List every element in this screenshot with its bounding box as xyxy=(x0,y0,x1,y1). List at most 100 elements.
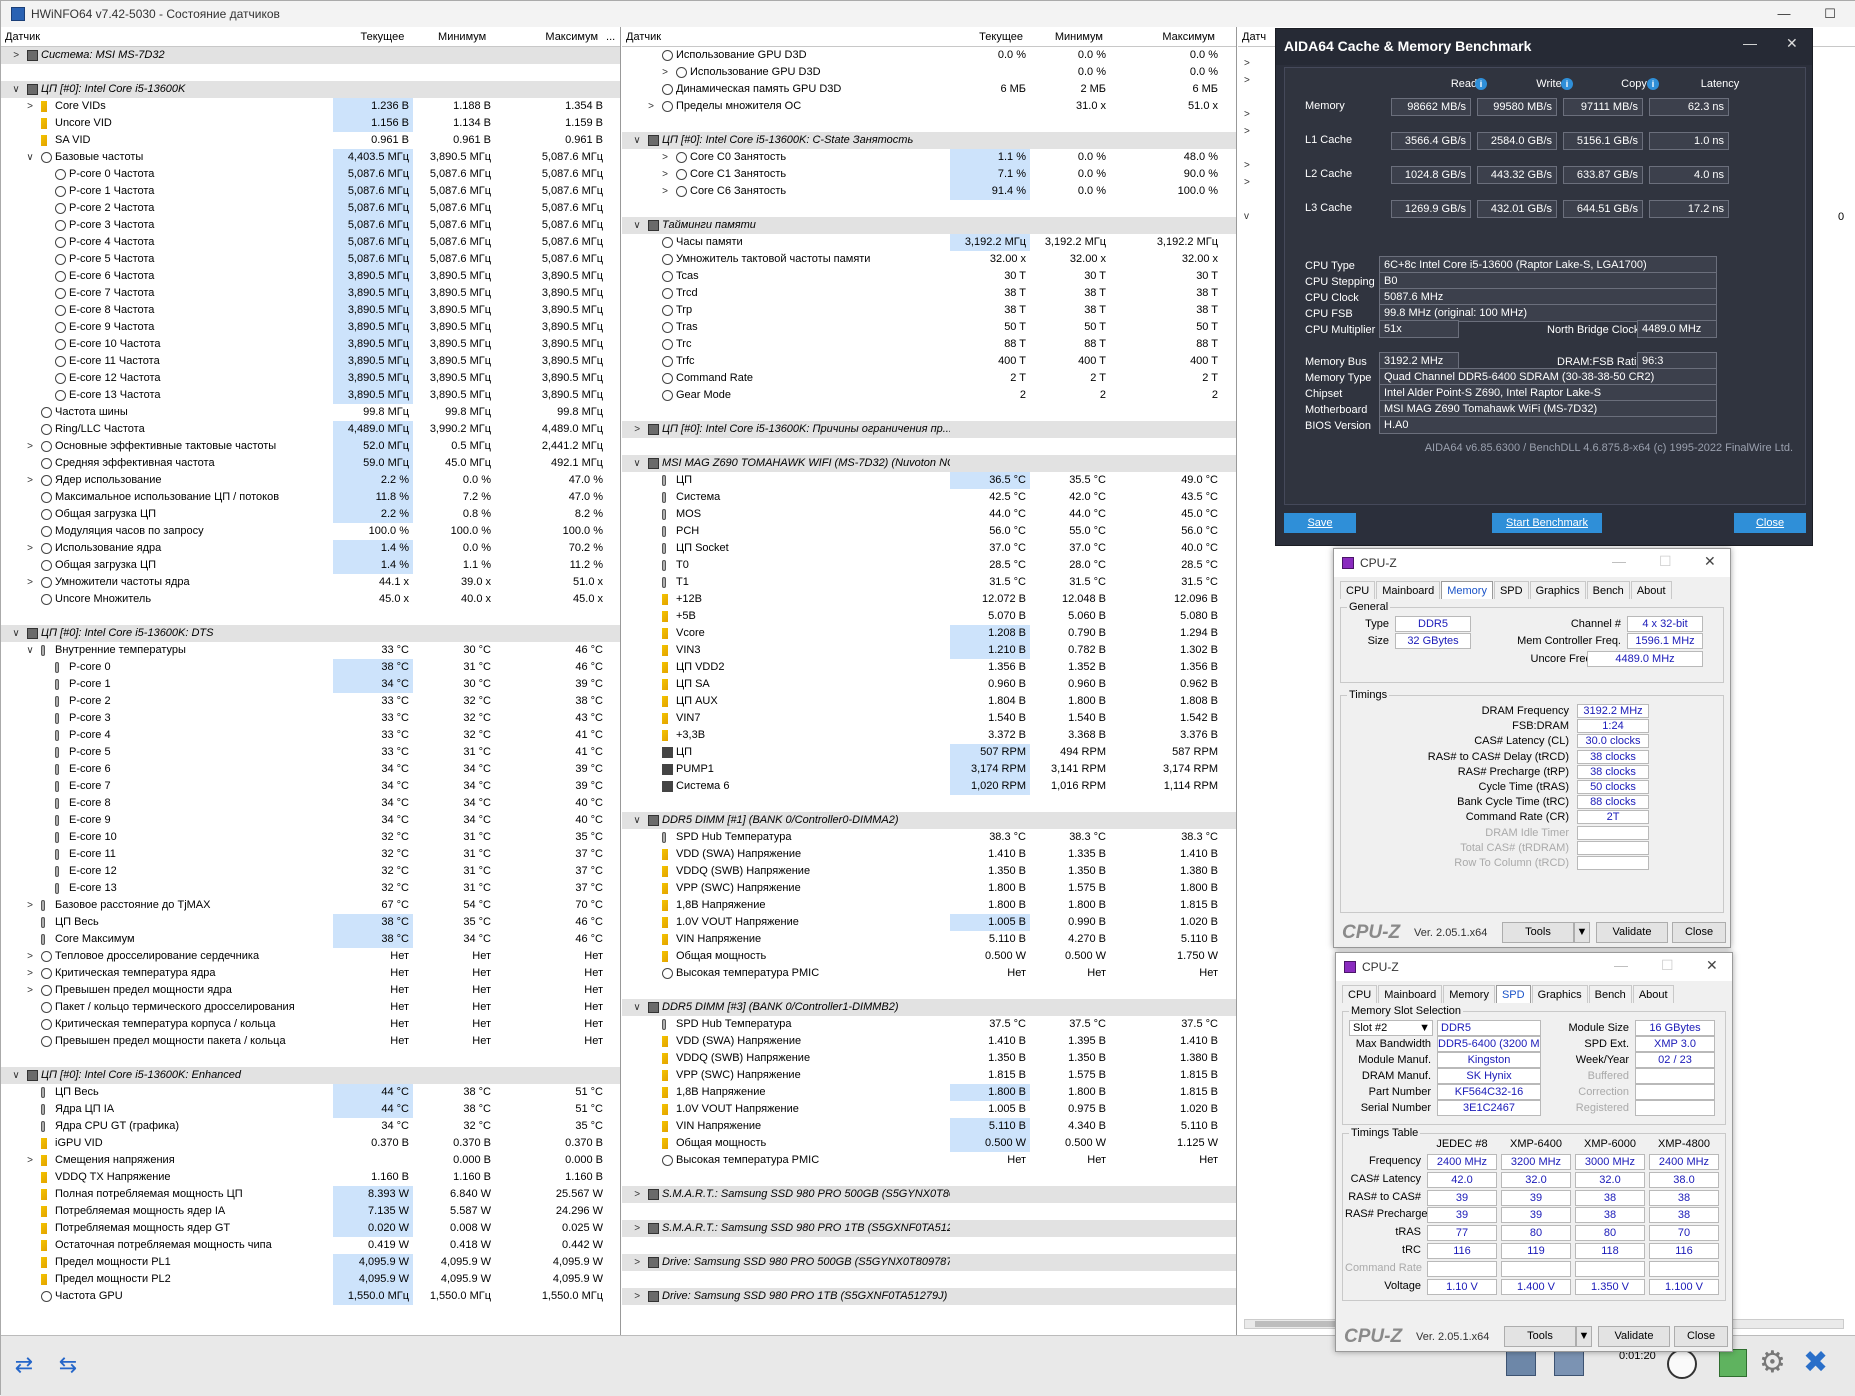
sensor-row[interactable]: E-core 7 34 °C 34 °C 39 °C xyxy=(1,778,620,795)
sensor-row[interactable]: ЦП VDD2 1.356 В 1.352 В 1.356 В xyxy=(622,659,1236,676)
sensor-row[interactable]: VPP (SWC) Напряжение 1.800 В 1.575 В 1.800 … xyxy=(622,880,1236,897)
sensor-row[interactable]: VPP (SWC) Напряжение 1.815 В 1.575 В 1.815 … xyxy=(622,1067,1236,1084)
chevron-right-icon[interactable]: > xyxy=(25,897,35,914)
sensor-row[interactable]: Максимальное использование ЦП / потоков 1… xyxy=(1,489,620,506)
sensor-row[interactable]: Часы памяти 3,192.2 МГц 3,192.2 МГц 3,192.2… xyxy=(622,234,1236,251)
info-icon[interactable]: i xyxy=(1561,78,1573,90)
sensor-row[interactable]: P-core 5 33 °C 31 °C 41 °C xyxy=(1,744,620,761)
sensor-row[interactable]: > Core VIDs 1.236 В 1.188 В 1.354 В xyxy=(1,98,620,115)
sensor-row[interactable]: Потребляемая мощность ядер IA 7.135 W 5.58… xyxy=(1,1203,620,1220)
sensor-row[interactable]: +5В 5.070 В 5.060 В 5.080 В xyxy=(622,608,1236,625)
sensor-row[interactable]: iGPU VID 0.370 В 0.370 В 0.370 В xyxy=(1,1135,620,1152)
header-min[interactable]: Минимум xyxy=(408,27,490,46)
sensor-group-row[interactable]: > S.M.A.R.T.: Samsung SSD 980 PRO 500GB (… xyxy=(622,1186,1236,1203)
sensor-row[interactable]: > Ядер использование 2.2 % 0.0 % 47.0 % xyxy=(1,472,620,489)
chevron-right-icon[interactable]: > xyxy=(25,982,35,999)
sensor-row[interactable]: > Критическая температура ядра Нет Нет Нет xyxy=(1,965,620,982)
chevron-right-icon[interactable]: > xyxy=(11,47,21,64)
sensor-row[interactable]: E-core 10 32 °C 31 °C 35 °C xyxy=(1,829,620,846)
sensor-row[interactable]: ЦП 507 RPM 494 RPM 587 RPM xyxy=(622,744,1236,761)
chevron-right-icon[interactable]: > xyxy=(632,421,642,438)
header-max[interactable]: Максимум xyxy=(490,27,602,46)
sensor-row[interactable]: +3,3В 3.372 В 3.368 В 3.376 В xyxy=(622,727,1236,744)
sensor-row[interactable]: VIN7 1.540 В 1.540 В 1.542 В xyxy=(622,710,1236,727)
chevron-down-icon[interactable]: ∨ xyxy=(25,642,35,659)
sensor-row[interactable]: ЦП AUX 1.804 В 1.800 В 1.808 В xyxy=(622,693,1236,710)
tab-mainboard[interactable]: Mainboard xyxy=(1378,985,1443,1003)
maximize-button[interactable]: ☐ xyxy=(1807,1,1853,27)
sensor-row[interactable]: ЦП SA 0.960 В 0.960 В 0.962 В xyxy=(622,676,1236,693)
aida-close-button[interactable]: ✕ xyxy=(1786,35,1798,52)
tools-button[interactable]: Tools xyxy=(1504,1326,1576,1347)
chevron-right-icon[interactable]: > xyxy=(632,1288,642,1305)
sensor-row[interactable]: > Core C0 Занятость 1.1 % 0.0 % 48.0 % xyxy=(622,149,1236,166)
sensor-row[interactable]: > Смещения напряжения 0.000 В 0.000 В xyxy=(1,1152,620,1169)
chevron-right-icon[interactable]: > xyxy=(632,1220,642,1237)
chevron-right-icon[interactable]: > xyxy=(25,948,35,965)
chevron-down-icon[interactable]: ∨ xyxy=(11,625,21,642)
chevron-right-icon[interactable]: > xyxy=(660,166,670,183)
sensor-row[interactable]: Полная потребляемая мощность ЦП 8.393 W 6.… xyxy=(1,1186,620,1203)
validate-button[interactable]: Validate xyxy=(1598,1326,1670,1347)
close-button[interactable]: Close xyxy=(1672,922,1726,943)
chevron-right-icon[interactable]: > xyxy=(25,540,35,557)
sensor-row[interactable]: Модуляция часов по запросу 100.0 % 100.0 %… xyxy=(1,523,620,540)
sensor-row[interactable]: SPD Hub Температура 37.5 °C 37.5 °C 37.5 °C xyxy=(622,1016,1236,1033)
sensor-row[interactable]: ∨ Внутренние температуры 33 °C 30 °C 46 °C xyxy=(1,642,620,659)
sensor-row[interactable]: E-core 9 34 °C 34 °C 40 °C xyxy=(1,812,620,829)
tab-spd[interactable]: SPD xyxy=(1495,985,1531,1003)
gear-icon[interactable]: ⚙ xyxy=(1759,1348,1786,1378)
chevron-right-icon[interactable]: > xyxy=(660,64,670,81)
slot-select[interactable]: Slot #2 ▼ xyxy=(1349,1020,1433,1036)
close-icon[interactable]: ✖ xyxy=(1803,1346,1828,1380)
network-icon[interactable] xyxy=(1506,1348,1536,1376)
sensor-row[interactable]: P-core 4 33 °C 32 °C 41 °C xyxy=(1,727,620,744)
sensor-row[interactable]: Общая мощность 0.500 W 0.500 W 1.125 W xyxy=(622,1135,1236,1152)
sensor-row[interactable]: Ядра ЦП IA 44 °C 38 °C 51 °C xyxy=(1,1101,620,1118)
sensor-row[interactable]: Динамическая память GPU D3D 6 МБ 2 МБ 6 МБ xyxy=(622,81,1236,98)
sensor-row[interactable]: Пакет / кольцо термического дросселирова… xyxy=(1,999,620,1016)
sensor-row[interactable]: > Core C6 Занятость 91.4 % 0.0 % 100.0 % xyxy=(622,183,1236,200)
close-button[interactable]: Close xyxy=(1734,513,1806,533)
tools-button[interactable]: Tools xyxy=(1502,922,1574,943)
tab-bench[interactable]: Bench xyxy=(1586,581,1630,599)
sensor-row[interactable]: E-core 7 Частота 3,890.5 МГц 3,890.5 МГц 3,… xyxy=(1,285,620,302)
sensor-row[interactable]: MOS 44.0 °C 44.0 °C 45.0 °C xyxy=(622,506,1236,523)
cpuz-maximize-button[interactable]: ☐ xyxy=(1661,957,1674,974)
sensor-row[interactable]: VDD (SWA) Напряжение 1.410 В 1.335 В 1.410 … xyxy=(622,846,1236,863)
clock-icon[interactable] xyxy=(1667,1349,1697,1379)
collapse-arrows-icon[interactable]: ⇆ xyxy=(51,1351,85,1379)
header-current[interactable]: Текущее xyxy=(947,27,1027,46)
chevron-right-icon[interactable]: > xyxy=(25,574,35,591)
sensor-group-row[interactable]: ∨ ЦП [#0]: Intel Core i5-13600K: C-State … xyxy=(622,132,1236,149)
chevron-down-icon[interactable]: ∨ xyxy=(632,455,642,472)
sensor-group-row[interactable]: ∨ ЦП [#0]: Intel Core i5-13600K: Enhanced xyxy=(1,1067,620,1084)
cpuz-maximize-button[interactable]: ☐ xyxy=(1659,553,1672,570)
header-current[interactable]: Текущее xyxy=(328,27,408,46)
column-header[interactable]: Датчик Текущее Минимум Максимум ... xyxy=(1,27,620,47)
sensor-row[interactable]: E-core 8 34 °C 34 °C 40 °C xyxy=(1,795,620,812)
sensor-group-row[interactable]: ∨ ЦП [#0]: Intel Core i5-13600K: DTS xyxy=(1,625,620,642)
chevron-down-icon[interactable]: ∨ xyxy=(632,132,642,149)
sensor-group-row[interactable]: ∨ DDR5 DIMM [#1] (BANK 0/Controller0-DIMM… xyxy=(622,812,1236,829)
sensor-row[interactable]: > Превышен предел мощности ядра Нет Нет Нет xyxy=(1,982,620,999)
sensor-row[interactable]: ЦП Весь 44 °C 38 °C 51 °C xyxy=(1,1084,620,1101)
cpuz-minimize-button[interactable]: — xyxy=(1612,553,1626,569)
start-benchmark-button[interactable]: Start Benchmark xyxy=(1492,513,1602,533)
sensor-row[interactable]: Trc 88 T 88 T 88 T xyxy=(622,336,1236,353)
sensor-row[interactable]: E-core 11 Частота 3,890.5 МГц 3,890.5 МГц 3… xyxy=(1,353,620,370)
sensor-row[interactable]: Tras 50 T 50 T 50 T xyxy=(622,319,1236,336)
sensor-row[interactable]: 1.0V VOUT Напряжение 1.005 В 0.990 В 1.020 … xyxy=(622,914,1236,931)
sensor-row[interactable]: ∨ Базовые частоты 4,403.5 МГц 3,890.5 МГц 5,… xyxy=(1,149,620,166)
sensor-row[interactable]: E-core 9 Частота 3,890.5 МГц 3,890.5 МГц 3,… xyxy=(1,319,620,336)
chevron-right-icon[interactable]: > xyxy=(25,438,35,455)
header-max[interactable]: Максимум xyxy=(1107,27,1219,46)
sensor-row[interactable]: 1,8В Напряжение 1.800 В 1.800 В 1.815 В xyxy=(622,1084,1236,1101)
sensor-row[interactable]: > Базовое расстояние до TjMAX 67 °C 54 °C 70… xyxy=(1,897,620,914)
sensor-row[interactable]: VDDQ (SWB) Напряжение 1.350 В 1.350 В 1.380… xyxy=(622,1050,1236,1067)
cpuz-close-button[interactable]: ✕ xyxy=(1704,553,1716,570)
sensor-row[interactable]: Умножитель тактовой частоты памяти 32.00 … xyxy=(622,251,1236,268)
chevron-right-icon[interactable]: > xyxy=(660,183,670,200)
chevron-right-icon[interactable]: > xyxy=(25,965,35,982)
chevron-down-icon[interactable]: ∨ xyxy=(11,81,21,98)
